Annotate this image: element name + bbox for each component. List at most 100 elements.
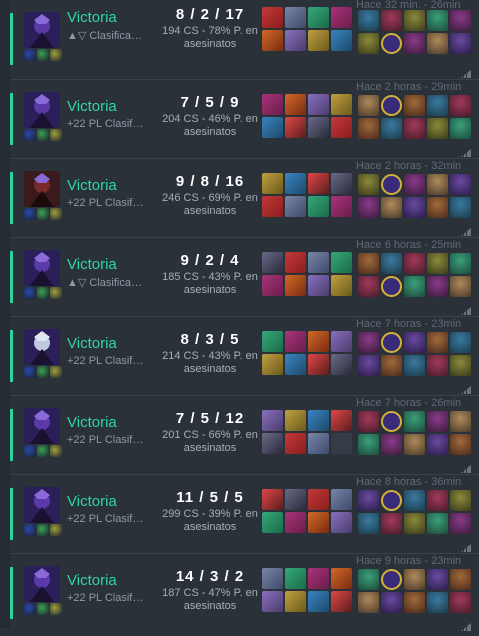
champion-icon[interactable] xyxy=(427,197,448,218)
item-icon[interactable] xyxy=(331,7,352,28)
champion-icon[interactable] xyxy=(358,490,379,511)
champion-icon[interactable] xyxy=(381,95,402,116)
item-icon[interactable] xyxy=(308,512,329,533)
item-icon[interactable] xyxy=(285,512,306,533)
expand-corner-icon[interactable] xyxy=(461,65,471,78)
champion-icon[interactable] xyxy=(450,355,471,376)
item-icon[interactable] xyxy=(331,173,352,194)
champion-icon[interactable] xyxy=(450,197,471,218)
champion-icon[interactable] xyxy=(404,411,425,432)
champion-icon[interactable] xyxy=(358,95,379,116)
match-row[interactable]: Victoria +22 PL Clasificatoria 7 / 5 / 9 20… xyxy=(10,79,479,158)
item-icon[interactable] xyxy=(285,275,306,296)
champion-icon[interactable] xyxy=(450,411,471,432)
item-icon[interactable] xyxy=(285,433,306,454)
champion-icon[interactable] xyxy=(404,490,425,511)
champion-portrait-icon[interactable] xyxy=(24,12,60,48)
item-icon[interactable] xyxy=(331,196,352,217)
item-icon[interactable] xyxy=(285,196,306,217)
champion-icon[interactable] xyxy=(450,33,471,54)
champion-icon[interactable] xyxy=(427,33,448,54)
champion-icon[interactable] xyxy=(450,569,471,590)
champion-icon[interactable] xyxy=(358,569,379,590)
champion-icon[interactable] xyxy=(427,490,448,511)
item-icon[interactable] xyxy=(331,591,352,612)
item-icon[interactable] xyxy=(308,275,329,296)
match-row[interactable]: Victoria +22 PL Clasificatoria 7 / 5 / 12 2… xyxy=(10,395,479,474)
champion-icon[interactable] xyxy=(358,332,379,353)
item-icon[interactable] xyxy=(285,568,306,589)
champion-icon[interactable] xyxy=(404,332,425,353)
item-icon[interactable] xyxy=(331,489,352,510)
champion-icon[interactable] xyxy=(427,10,448,31)
item-icon[interactable] xyxy=(285,489,306,510)
champion-icon[interactable] xyxy=(450,118,471,139)
champion-icon[interactable] xyxy=(381,253,402,274)
champion-icon[interactable] xyxy=(450,332,471,353)
item-icon[interactable] xyxy=(262,512,283,533)
item-icon[interactable] xyxy=(285,331,306,352)
champion-icon[interactable] xyxy=(450,174,471,195)
champion-icon[interactable] xyxy=(427,95,448,116)
item-icon[interactable] xyxy=(285,30,306,51)
champion-icon[interactable] xyxy=(381,332,402,353)
item-icon[interactable] xyxy=(331,252,352,273)
match-row[interactable]: Victoria ▲▽ Clasificatoria 9 / 2 / 4 185 CS… xyxy=(10,237,479,316)
item-icon[interactable] xyxy=(285,94,306,115)
champion-portrait-icon[interactable] xyxy=(24,171,60,207)
champion-icon[interactable] xyxy=(358,513,379,534)
champion-portrait-icon[interactable] xyxy=(24,408,60,444)
item-icon[interactable] xyxy=(308,354,329,375)
item-icon[interactable] xyxy=(308,410,329,431)
expand-corner-icon[interactable] xyxy=(461,144,471,157)
item-icon[interactable] xyxy=(308,196,329,217)
champion-icon[interactable] xyxy=(404,513,425,534)
item-icon[interactable] xyxy=(262,433,283,454)
item-icon[interactable] xyxy=(308,252,329,273)
item-icon[interactable] xyxy=(262,331,283,352)
item-icon[interactable] xyxy=(331,512,352,533)
champion-icon[interactable] xyxy=(427,434,448,455)
champion-icon[interactable] xyxy=(381,490,402,511)
item-icon[interactable] xyxy=(262,252,283,273)
match-row[interactable]: Victoria +22 PL Clasificatoria 14 / 3 / 2 1… xyxy=(10,553,479,632)
champion-icon[interactable] xyxy=(404,569,425,590)
expand-corner-icon[interactable] xyxy=(461,223,471,236)
item-icon[interactable] xyxy=(285,7,306,28)
expand-corner-icon[interactable] xyxy=(461,381,471,394)
item-icon[interactable] xyxy=(308,489,329,510)
expand-corner-icon[interactable] xyxy=(461,618,471,631)
champion-portrait-icon[interactable] xyxy=(24,92,60,128)
champion-icon[interactable] xyxy=(427,411,448,432)
champion-icon[interactable] xyxy=(450,490,471,511)
item-icon[interactable] xyxy=(308,30,329,51)
item-icon[interactable] xyxy=(331,354,352,375)
champion-icon[interactable] xyxy=(404,174,425,195)
champion-icon[interactable] xyxy=(404,253,425,274)
item-icon[interactable] xyxy=(285,252,306,273)
item-icon[interactable] xyxy=(308,117,329,138)
item-icon[interactable] xyxy=(331,117,352,138)
champion-icon[interactable] xyxy=(381,33,402,54)
expand-corner-icon[interactable] xyxy=(461,539,471,552)
expand-corner-icon[interactable] xyxy=(461,460,471,473)
item-icon[interactable] xyxy=(285,591,306,612)
champion-icon[interactable] xyxy=(404,434,425,455)
champion-icon[interactable] xyxy=(381,434,402,455)
champion-icon[interactable] xyxy=(427,569,448,590)
champion-icon[interactable] xyxy=(358,253,379,274)
champion-icon[interactable] xyxy=(450,434,471,455)
item-icon[interactable] xyxy=(331,30,352,51)
item-icon[interactable] xyxy=(262,173,283,194)
champion-icon[interactable] xyxy=(404,95,425,116)
champion-icon[interactable] xyxy=(404,33,425,54)
item-icon[interactable] xyxy=(308,173,329,194)
champion-portrait-icon[interactable] xyxy=(24,566,60,602)
champion-icon[interactable] xyxy=(358,355,379,376)
champion-icon[interactable] xyxy=(427,276,448,297)
champion-icon[interactable] xyxy=(381,10,402,31)
item-icon[interactable] xyxy=(262,489,283,510)
match-row[interactable]: Victoria +22 PL Clasificatoria 11 / 5 / 5 2… xyxy=(10,474,479,553)
item-icon[interactable] xyxy=(262,568,283,589)
champion-icon[interactable] xyxy=(450,10,471,31)
